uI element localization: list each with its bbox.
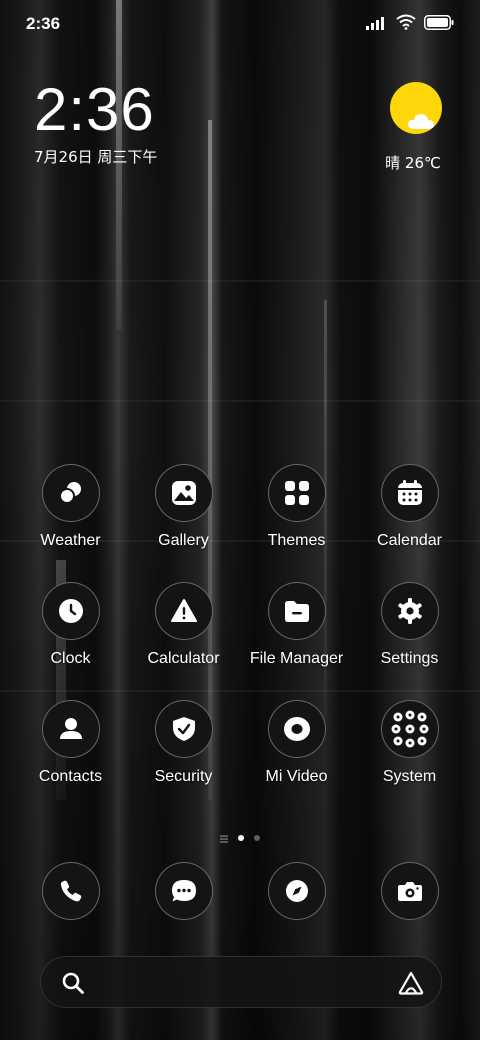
- calendar-icon: [380, 464, 439, 522]
- camera-icon: [380, 862, 439, 920]
- sun-with-cloud-icon: [390, 82, 442, 134]
- clock-icon: [41, 582, 100, 640]
- app-weather[interactable]: Weather: [14, 464, 127, 550]
- app-contacts[interactable]: Contacts: [14, 700, 127, 786]
- app-label: Themes: [267, 532, 326, 549]
- phone-icon: [41, 862, 100, 920]
- clock-widget[interactable]: 2:36 7月26日 周三下午: [34, 78, 157, 167]
- page-dot-active[interactable]: [238, 834, 244, 841]
- app-themes[interactable]: Themes: [240, 464, 353, 550]
- weather-icon: [41, 464, 100, 522]
- browser-compass-icon: [267, 862, 326, 920]
- search-bar[interactable]: [40, 956, 442, 1008]
- folder-icon: [380, 700, 439, 758]
- app-label: Mi Video: [265, 768, 328, 785]
- calculator-warning-icon: [154, 582, 213, 640]
- shield-check-icon: [154, 700, 213, 758]
- app-label: Settings: [380, 650, 439, 667]
- file-manager-icon: [267, 582, 326, 640]
- wifi-icon: [396, 14, 416, 34]
- status-bar: 2:36: [0, 0, 480, 50]
- app-calendar[interactable]: Calendar: [353, 464, 466, 550]
- app-gallery[interactable]: Gallery: [127, 464, 240, 550]
- widget-time: 2:36: [34, 76, 155, 143]
- app-system-folder[interactable]: System: [353, 700, 466, 786]
- themes-icon: [267, 464, 326, 522]
- dock-camera[interactable]: [353, 862, 466, 920]
- app-calculator[interactable]: Calculator: [127, 582, 240, 668]
- app-label: File Manager: [249, 650, 344, 667]
- app-label: Calculator: [147, 650, 220, 667]
- dock-messages[interactable]: [127, 862, 240, 920]
- app-file-manager[interactable]: File Manager: [240, 582, 353, 668]
- app-label: Clock: [50, 650, 91, 667]
- messages-icon: [154, 862, 213, 920]
- app-label: System: [382, 768, 437, 785]
- page-dot[interactable]: [254, 834, 260, 841]
- app-label: Security: [154, 768, 213, 785]
- page-indicator[interactable]: [0, 828, 480, 847]
- contacts-icon: [41, 700, 100, 758]
- dock: [14, 862, 466, 920]
- assistant-icon[interactable]: [397, 970, 425, 1000]
- dock-phone[interactable]: [14, 862, 127, 920]
- search-icon[interactable]: [61, 971, 85, 999]
- weather-widget[interactable]: 晴 26℃: [366, 82, 446, 173]
- app-mi-video[interactable]: Mi Video: [240, 700, 353, 786]
- app-security[interactable]: Security: [127, 700, 240, 786]
- app-clock[interactable]: Clock: [14, 582, 127, 668]
- cellular-signal-icon: [366, 15, 388, 34]
- gear-icon: [380, 582, 439, 640]
- app-label: Contacts: [38, 768, 103, 785]
- app-label: Weather: [40, 532, 101, 549]
- weather-condition-temp: 晴 26℃: [385, 154, 441, 172]
- gallery-icon: [154, 464, 213, 522]
- widget-date: 7月26日 周三下午: [34, 148, 158, 166]
- status-time: 2:36: [26, 14, 61, 33]
- app-label: Calendar: [377, 532, 442, 549]
- app-label: Gallery: [158, 532, 209, 549]
- video-icon: [267, 700, 326, 758]
- app-grid: Weather Gallery Themes Calendar Clock Ca…: [14, 464, 466, 786]
- menu-lines-icon: [220, 828, 228, 847]
- battery-icon: [424, 14, 454, 34]
- dock-browser[interactable]: [240, 862, 353, 920]
- app-settings[interactable]: Settings: [353, 582, 466, 668]
